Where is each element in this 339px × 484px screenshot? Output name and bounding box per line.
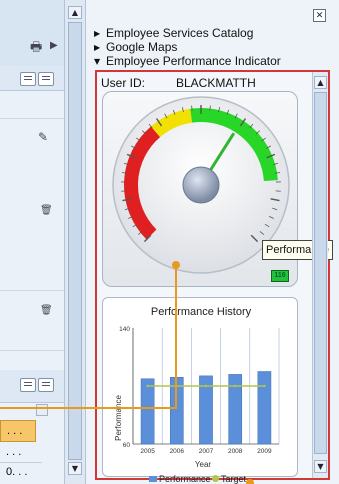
annotation-callout	[0, 261, 254, 484]
callout-dot	[172, 261, 180, 269]
callout-line	[0, 265, 177, 409]
callout-dot	[246, 479, 254, 484]
